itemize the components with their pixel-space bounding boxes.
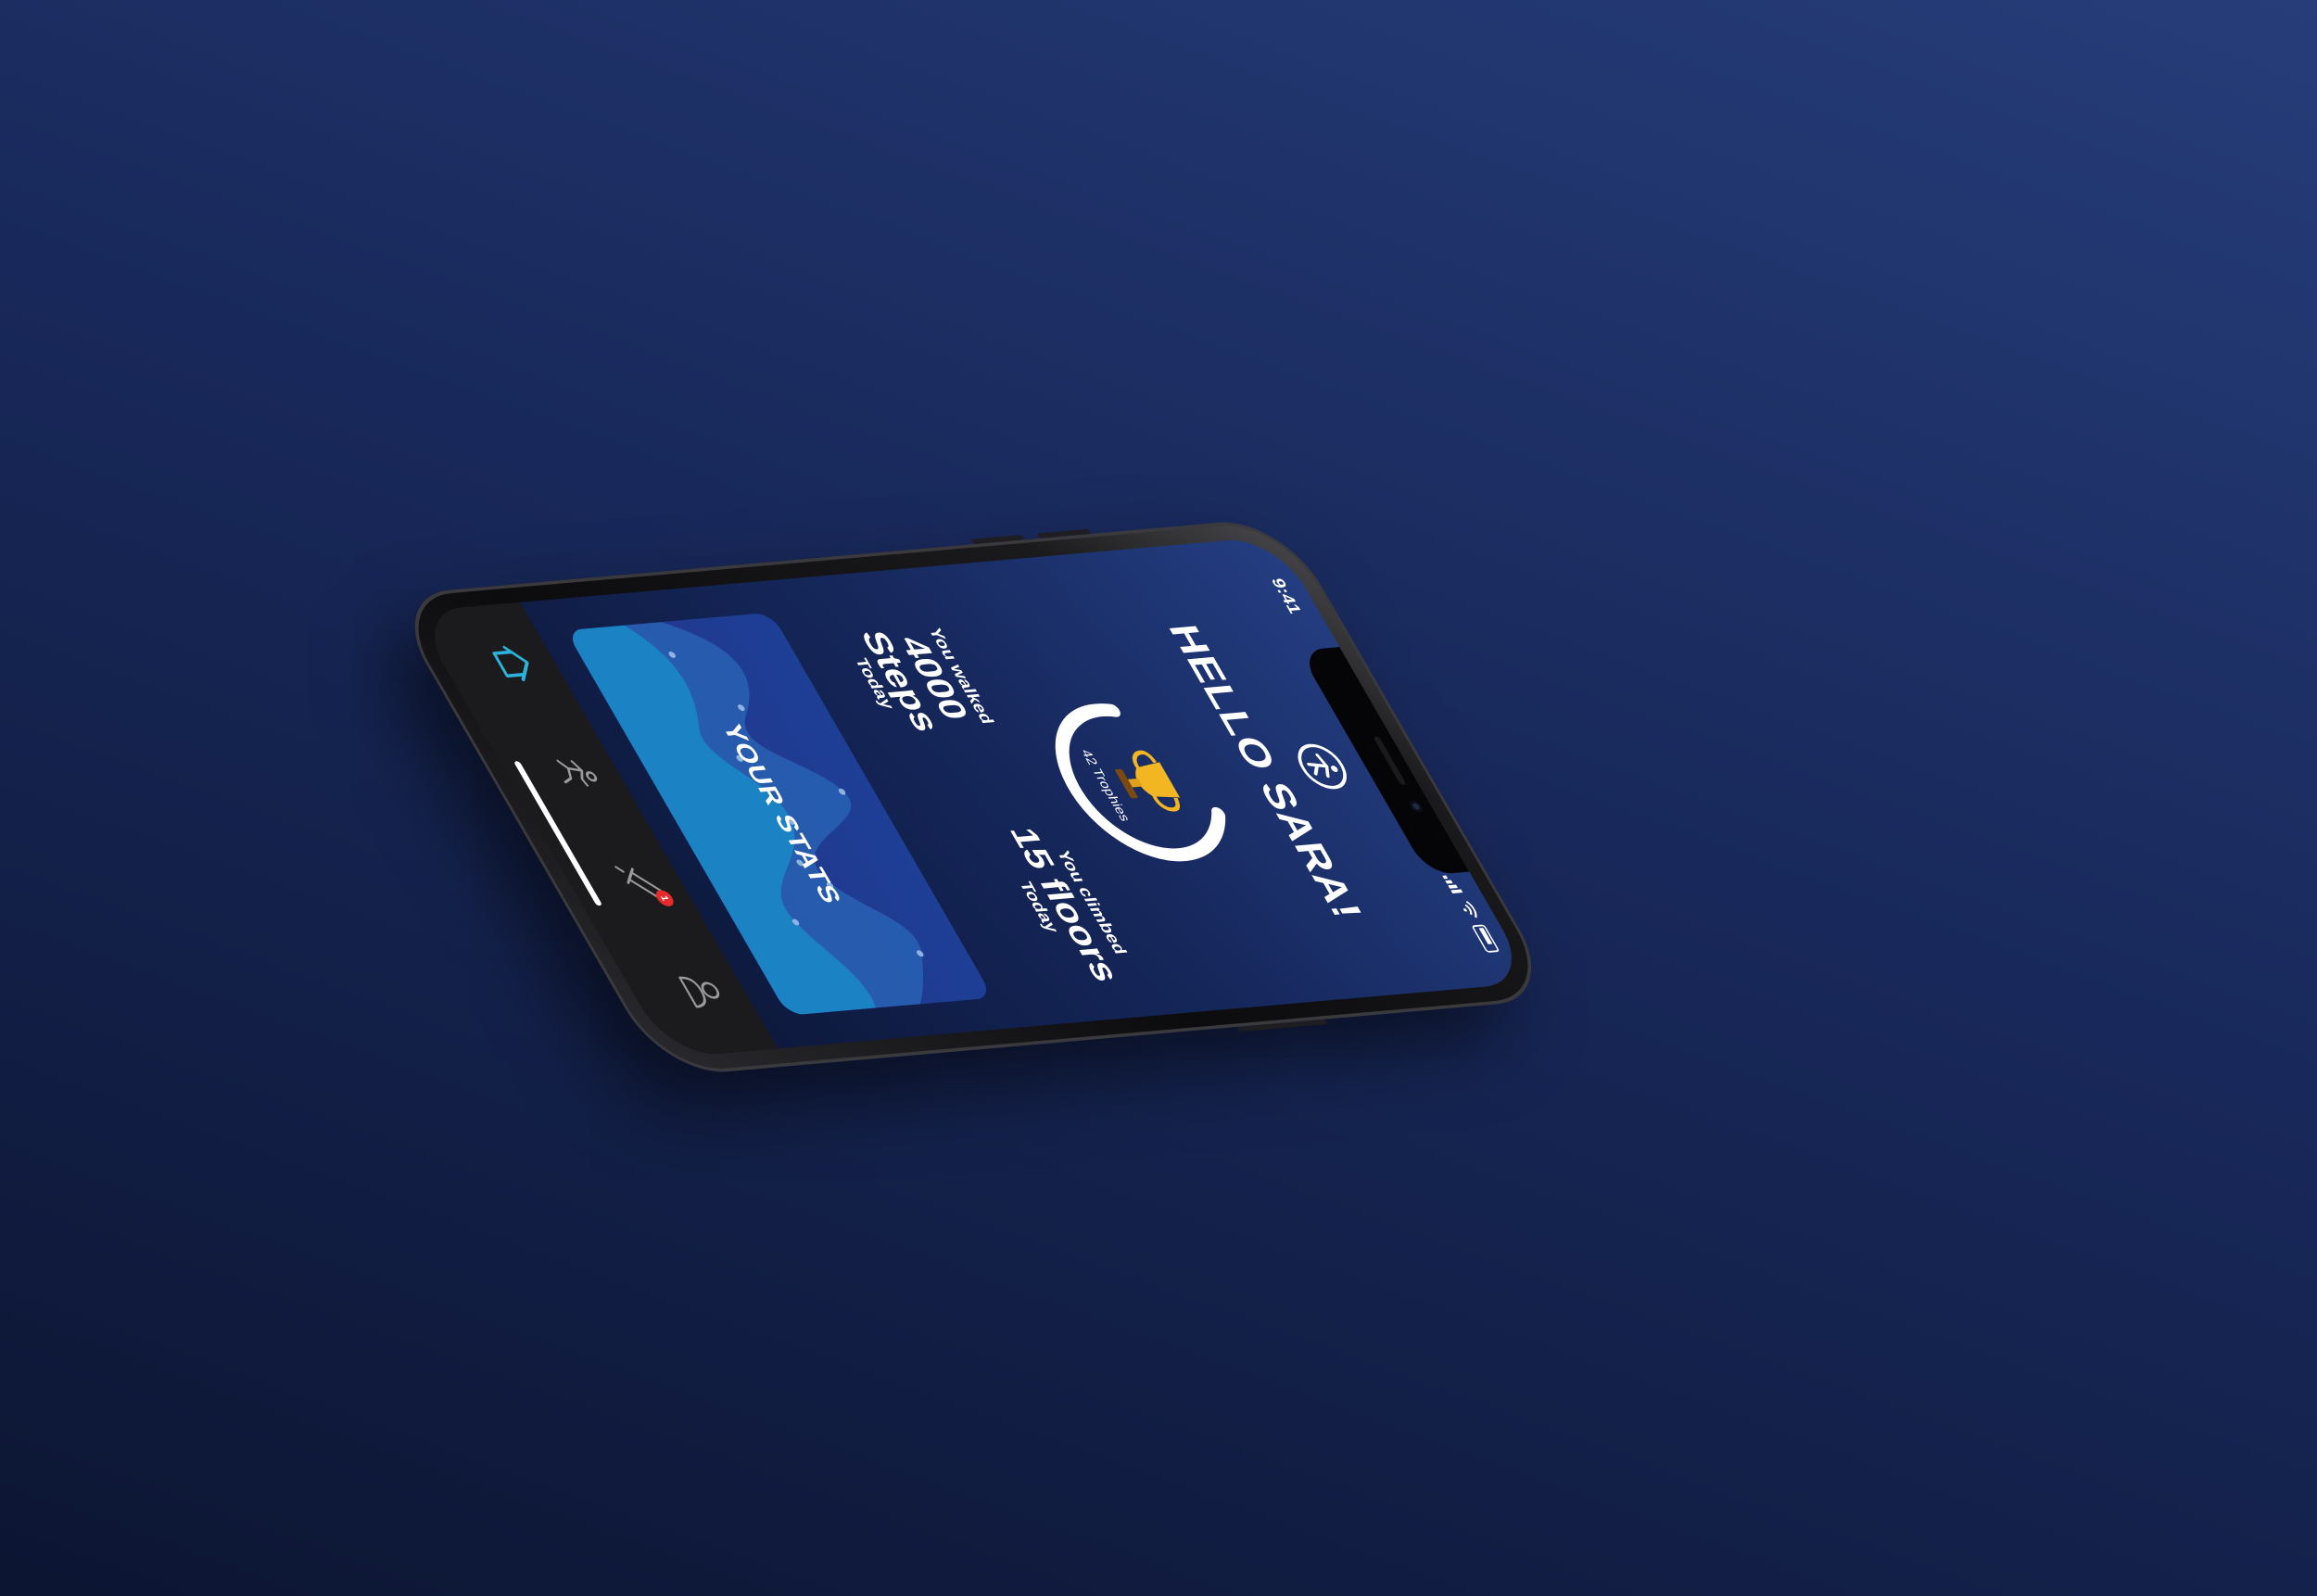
tab-challenges[interactable]: 1 [606,857,677,907]
status-time: 9:41 [1267,577,1307,614]
phone-device: 9:41 HELLO SARA! 42 Trophies You walked … [386,516,1560,1078]
power-button [1236,1019,1328,1032]
signal-icon [1442,875,1466,895]
tab-profile[interactable] [669,967,736,1015]
challenges-badge: 1 [652,889,677,907]
front-camera [1407,800,1425,813]
speaker-grille [1373,736,1407,785]
running-person-logo-icon [1298,743,1347,790]
tab-activity[interactable] [543,749,610,797]
running-icon [556,759,598,787]
battery-icon [1471,924,1500,954]
home-icon [492,645,529,681]
volume-up-button [1036,528,1091,538]
scene: 9:41 HELLO SARA! 42 Trophies You walked … [0,0,2317,1596]
user-icon [678,976,720,1008]
volume-down-button [970,534,1025,545]
app-screen: 9:41 HELLO SARA! 42 Trophies You walked … [412,536,1534,1058]
wifi-icon [1463,900,1477,918]
tab-home[interactable] [480,640,547,688]
status-icons [1442,875,1500,954]
